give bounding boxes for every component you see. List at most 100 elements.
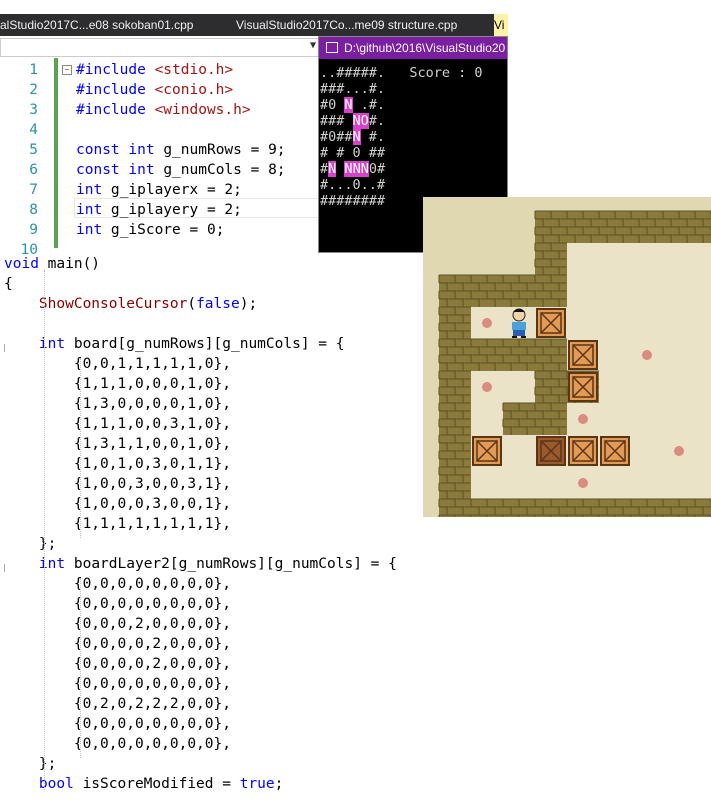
code-line: {1,0,0,3,0,0,3,1}, [4, 476, 231, 492]
code-line: int board[g_numRows][g_numCols] = { [38, 336, 345, 352]
code-line: {0,0,0,0,2,0,0,0}, [4, 656, 231, 672]
floor-tile [567, 275, 599, 307]
floor-tile [663, 467, 695, 499]
line-number: 1 [29, 62, 38, 78]
floor-tile [663, 307, 695, 339]
code-line: const int g_numRows = 9; [76, 142, 286, 158]
fold-marker[interactable] [4, 564, 8, 572]
tab-sokoban01[interactable]: alStudio2017C...e08 sokoban01.cpp [0, 14, 226, 36]
code-line: #include <windows.h> [76, 102, 251, 118]
code-line: int g_iplayerx = 2; [76, 182, 242, 198]
player-shoe [512, 336, 517, 338]
line-number: 4 [29, 122, 38, 138]
floor-tile [599, 307, 631, 339]
goal-marker [674, 446, 684, 456]
floor-tile [599, 275, 631, 307]
console-line: ### NO#. [320, 113, 386, 129]
code-line: #include <stdio.h> [76, 62, 234, 78]
floor-tile [663, 275, 695, 307]
floor-tile [567, 307, 599, 339]
player-shoe [521, 336, 526, 338]
floor-tile [663, 339, 695, 371]
tab-structure[interactable]: VisualStudio2017Co...me09 structure.cpp [236, 14, 486, 36]
code-line: {0,0,0,0,0,0,0,0}, [4, 736, 231, 752]
console-line: # # 0 ## [320, 145, 386, 161]
floor-tile [695, 467, 711, 499]
code-line: { [4, 276, 13, 292]
code-line: const int g_numCols = 8; [76, 162, 286, 178]
indent-guide [80, 358, 81, 538]
floor-tile [631, 371, 663, 403]
code-line: }; [4, 756, 57, 772]
floor-tile [599, 403, 631, 435]
console-title-bar[interactable]: D:\github\2016\VisualStudio20 [319, 37, 507, 59]
code-line: int g_iScore = 0; [76, 222, 225, 238]
code-line: {0,0,0,0,2,0,0,0}, [4, 636, 231, 652]
line-number: 3 [29, 102, 38, 118]
chevron-down-icon[interactable]: ▼ [310, 40, 316, 51]
floor-tile [471, 403, 503, 435]
code-line: {0,0,0,0,0,0,0,0}, [4, 676, 231, 692]
floor-tile [599, 243, 631, 275]
player-pants [513, 330, 525, 336]
goal-marker [642, 350, 652, 360]
console-line: #N NNN0# [320, 161, 386, 177]
code-line: {1,0,1,0,3,0,1,1}, [4, 456, 231, 472]
code-line: }; [4, 536, 57, 552]
goal-marker [578, 478, 588, 488]
indent-guide [44, 270, 45, 790]
code-line: ShowConsoleCursor(false); [38, 296, 258, 312]
console-title: D:\github\2016\VisualStudio20 [344, 41, 506, 55]
floor-tile [631, 275, 663, 307]
floor-tile [567, 243, 599, 275]
code-line: {0,0,0,0,0,0,0,0}, [4, 596, 231, 612]
line-number: 7 [29, 182, 38, 198]
floor-tile [663, 371, 695, 403]
floor-tile [503, 467, 535, 499]
floor-tile [471, 467, 503, 499]
player-shirt [512, 322, 526, 330]
code-line: {1,1,1,1,1,1,1,1}, [4, 516, 231, 532]
console-window-icon [326, 42, 338, 53]
line-number: 9 [29, 222, 38, 238]
code-line: {0,0,0,0,0,0,0,0}, [4, 716, 231, 732]
floor-tile [695, 403, 711, 435]
floor-tile [599, 371, 631, 403]
floor-tile [695, 339, 711, 371]
sokoban-game-view[interactable] [423, 197, 711, 531]
tab-bar: alStudio2017C...e08 sokoban01.cpp Visual… [0, 0, 711, 36]
console-line: ###...#. [320, 81, 386, 97]
code-line: #include <conio.h> [76, 82, 234, 98]
floor-tile [631, 243, 663, 275]
console-line: #0 N .#. [320, 97, 386, 113]
console-line: #...0..# [320, 177, 386, 193]
tab-partial[interactable]: Vi [494, 14, 508, 36]
code-line: void main() [4, 256, 101, 272]
sokoban-board [438, 210, 711, 531]
goal-marker [482, 382, 492, 392]
line-number: 2 [29, 82, 38, 98]
console-line: ..#####. Score : 0 [320, 65, 483, 81]
code-line: int g_iplayery = 2; [76, 202, 242, 218]
floor-tile [663, 243, 695, 275]
code-line: bool isScoreModified = true; [38, 776, 284, 792]
console-line: #0##N #. [320, 129, 386, 145]
line-number: 6 [29, 162, 38, 178]
floor-tile [503, 371, 535, 403]
code-line: {0,0,0,2,0,0,0,0}, [4, 616, 231, 632]
code-line: {0,2,0,2,2,2,0,0}, [4, 696, 231, 712]
floor-tile [631, 307, 663, 339]
navigation-bar: ▼ [0, 36, 320, 59]
collapse-icon[interactable]: − [62, 65, 72, 75]
code-line: {1,0,0,0,3,0,0,1}, [4, 496, 231, 512]
floor-tile [663, 403, 695, 435]
code-line: int boardLayer2[g_numRows][g_numCols] = … [38, 556, 397, 572]
floor-tile [695, 371, 711, 403]
code-line: {1,3,1,1,0,0,1,0}, [4, 436, 231, 452]
floor-tile [695, 435, 711, 467]
fold-marker[interactable] [4, 344, 8, 352]
floor-tile [599, 467, 631, 499]
goal-marker [578, 414, 588, 424]
scope-dropdown[interactable]: ▼ [0, 38, 320, 57]
code-line: {1,1,1,0,0,0,1,0}, [4, 376, 231, 392]
